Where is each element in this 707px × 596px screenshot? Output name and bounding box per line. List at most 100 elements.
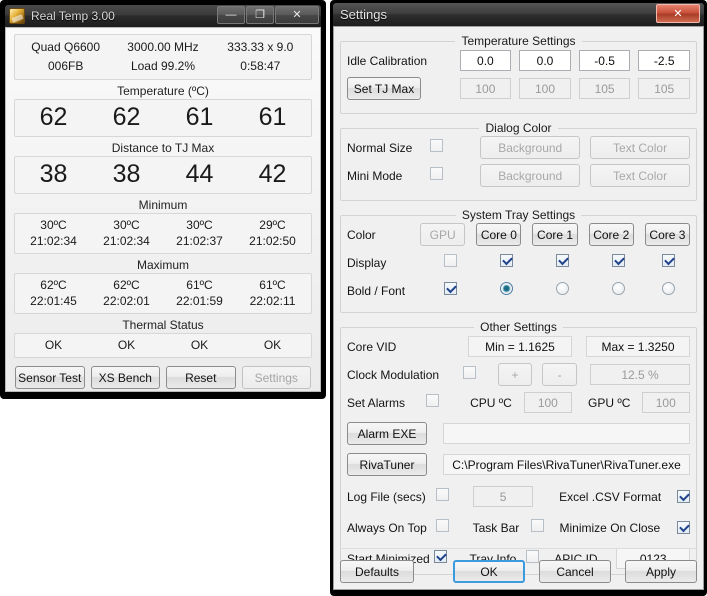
- always-on-top-check-wrap: [436, 519, 473, 537]
- distance-core-1: 38: [90, 160, 163, 189]
- cancel-button[interactable]: Cancel: [539, 560, 611, 583]
- tray-bold-font-row: Bold / Font: [347, 278, 690, 303]
- alarm-exe-path-field[interactable]: [443, 423, 690, 444]
- reset-button[interactable]: Reset: [166, 366, 236, 389]
- maximize-button[interactable]: ❐: [246, 6, 274, 24]
- clock-modulation-value-field[interactable]: 12.5 %: [590, 364, 690, 385]
- tray-color-core-3-button[interactable]: Core 3: [645, 223, 690, 246]
- set-tj-max-button[interactable]: Set TJ Max: [347, 77, 421, 100]
- clock-modulation-label: Clock Modulation: [347, 368, 463, 382]
- tray-display-core-3-checkbox[interactable]: [662, 254, 675, 267]
- distance-core-3: 42: [236, 160, 309, 189]
- idle-calibration-core-3[interactable]: -2.5: [638, 50, 690, 71]
- normal-size-text-color-button[interactable]: Text Color: [590, 136, 690, 159]
- log-file-row: Log File (secs) 5 Excel .CSV Format: [347, 484, 690, 509]
- cpu-info-panel: Quad Q6600 3000.00 MHz 333.33 x 9.0 006F…: [14, 34, 312, 80]
- temperature-core-3: 61: [236, 103, 309, 132]
- tray-font-radio-2[interactable]: [612, 282, 625, 295]
- temperature-core-1: 62: [90, 103, 163, 132]
- tray-color-row: Color GPU Core 0 Core 1 Core 2 Core 3: [347, 222, 690, 247]
- tray-color-core-0-button[interactable]: Core 0: [476, 223, 521, 246]
- log-file-label: Log File (secs): [347, 490, 436, 504]
- other-settings-legend: Other Settings: [341, 320, 696, 334]
- minimum-time-3: 21:02:50: [236, 233, 309, 249]
- set-alarms-check-wrap: [426, 394, 471, 412]
- real-temp-titlebar[interactable]: Real Temp 3.00 — ❐ ✕: [5, 5, 321, 27]
- always-on-top-label: Always On Top: [347, 521, 436, 535]
- settings-button[interactable]: Settings: [242, 366, 312, 389]
- mini-mode-checkbox[interactable]: [430, 167, 443, 180]
- maximum-core-3: 61ºC: [236, 277, 309, 293]
- idle-calibration-core-0[interactable]: 0.0: [460, 50, 512, 71]
- close-button[interactable]: ✕: [275, 6, 319, 24]
- always-on-top-checkbox[interactable]: [436, 519, 449, 532]
- tray-color-gpu-button[interactable]: GPU: [420, 223, 465, 246]
- tray-color-core-1-button[interactable]: Core 1: [532, 223, 577, 246]
- minimum-time-0: 21:02:34: [17, 233, 90, 249]
- rivatuner-row: RivaTuner C:\Program Files\RivaTuner\Riv…: [347, 452, 690, 477]
- normal-size-checkbox[interactable]: [430, 139, 443, 152]
- task-bar-checkbox[interactable]: [531, 519, 544, 532]
- minimize-button[interactable]: —: [217, 6, 245, 24]
- rivatuner-path-field[interactable]: C:\Program Files\RivaTuner\RivaTuner.exe: [443, 454, 690, 475]
- temperature-core-2: 61: [163, 103, 236, 132]
- tray-display-gpu-checkbox[interactable]: [444, 254, 457, 267]
- cpu-alarm-field[interactable]: 100: [524, 392, 572, 413]
- log-file-value-field[interactable]: 5: [473, 486, 533, 507]
- alarm-exe-button[interactable]: Alarm EXE: [347, 422, 427, 445]
- tj-max-core-0[interactable]: 100: [460, 78, 512, 99]
- clock-modulation-minus-button[interactable]: -: [542, 363, 577, 386]
- minimize-on-close-checkbox[interactable]: [677, 521, 690, 534]
- clock-modulation-plus-button[interactable]: +: [498, 363, 533, 386]
- thermal-status-panel: OK OK OK OK: [14, 333, 312, 358]
- thermometer-icon: [9, 8, 25, 24]
- tj-max-core-1[interactable]: 100: [519, 78, 571, 99]
- gpu-alarm-field[interactable]: 100: [642, 392, 690, 413]
- temperature-legend: Temperature (ºC): [14, 84, 312, 98]
- defaults-button[interactable]: Defaults: [340, 560, 414, 583]
- tray-display-core-2-wrap: [591, 254, 647, 272]
- alarm-exe-row: Alarm EXE: [347, 421, 690, 446]
- settings-titlebar[interactable]: Settings ✕: [333, 3, 704, 26]
- minimum-values-row: 30ºC 30ºC 30ºC 29ºC: [17, 217, 309, 233]
- excel-csv-checkbox[interactable]: [677, 490, 690, 503]
- settings-close-icon[interactable]: ✕: [656, 4, 700, 23]
- thermal-status-core-0: OK: [17, 337, 90, 353]
- sensor-test-button[interactable]: Sensor Test: [15, 366, 85, 389]
- tray-font-radio-3[interactable]: [662, 282, 675, 295]
- footer-divider: [340, 548, 697, 549]
- tray-bold-checkbox[interactable]: [444, 282, 457, 295]
- thermal-status-core-1: OK: [90, 337, 163, 353]
- tray-font-radio-1[interactable]: [556, 282, 569, 295]
- real-temp-button-bar: Sensor Test XS Bench Reset Settings: [14, 362, 312, 389]
- tj-max-core-3[interactable]: 105: [638, 78, 690, 99]
- log-file-checkbox[interactable]: [436, 488, 449, 501]
- clock-modulation-checkbox[interactable]: [463, 366, 476, 379]
- normal-size-label: Normal Size: [347, 141, 430, 155]
- minimum-time-1: 21:02:34: [90, 233, 163, 249]
- temperature-settings-legend: Temperature Settings: [341, 34, 696, 48]
- mini-mode-background-button[interactable]: Background: [480, 164, 580, 187]
- always-on-top-row: Always On Top Task Bar Minimize On Close: [347, 515, 690, 540]
- tj-max-core-2[interactable]: 105: [579, 78, 631, 99]
- minimum-time-2: 21:02:37: [163, 233, 236, 249]
- tray-display-core-2-checkbox[interactable]: [612, 254, 625, 267]
- set-alarms-row: Set Alarms CPU ºC 100 GPU ºC 100: [347, 390, 690, 415]
- apply-button[interactable]: Apply: [625, 560, 697, 583]
- tray-font-radio-0[interactable]: [500, 282, 513, 295]
- idle-calibration-core-1[interactable]: 0.0: [519, 50, 571, 71]
- dialog-color-legend: Dialog Color: [341, 121, 696, 135]
- xs-bench-button[interactable]: XS Bench: [91, 366, 161, 389]
- idle-calibration-core-2[interactable]: -0.5: [579, 50, 631, 71]
- tray-bold-font-label: Bold / Font: [347, 284, 423, 298]
- tray-display-core-1-checkbox[interactable]: [556, 254, 569, 267]
- task-bar-label: Task Bar: [473, 521, 531, 535]
- normal-size-background-button[interactable]: Background: [480, 136, 580, 159]
- ok-button[interactable]: OK: [453, 560, 525, 583]
- set-alarms-checkbox[interactable]: [426, 394, 439, 407]
- cpu-alarm-label: CPU ºC: [470, 396, 524, 410]
- rivatuner-button[interactable]: RivaTuner: [347, 453, 427, 476]
- tray-color-core-2-button[interactable]: Core 2: [589, 223, 634, 246]
- tray-display-core-0-checkbox[interactable]: [500, 254, 513, 267]
- mini-mode-text-color-button[interactable]: Text Color: [590, 164, 690, 187]
